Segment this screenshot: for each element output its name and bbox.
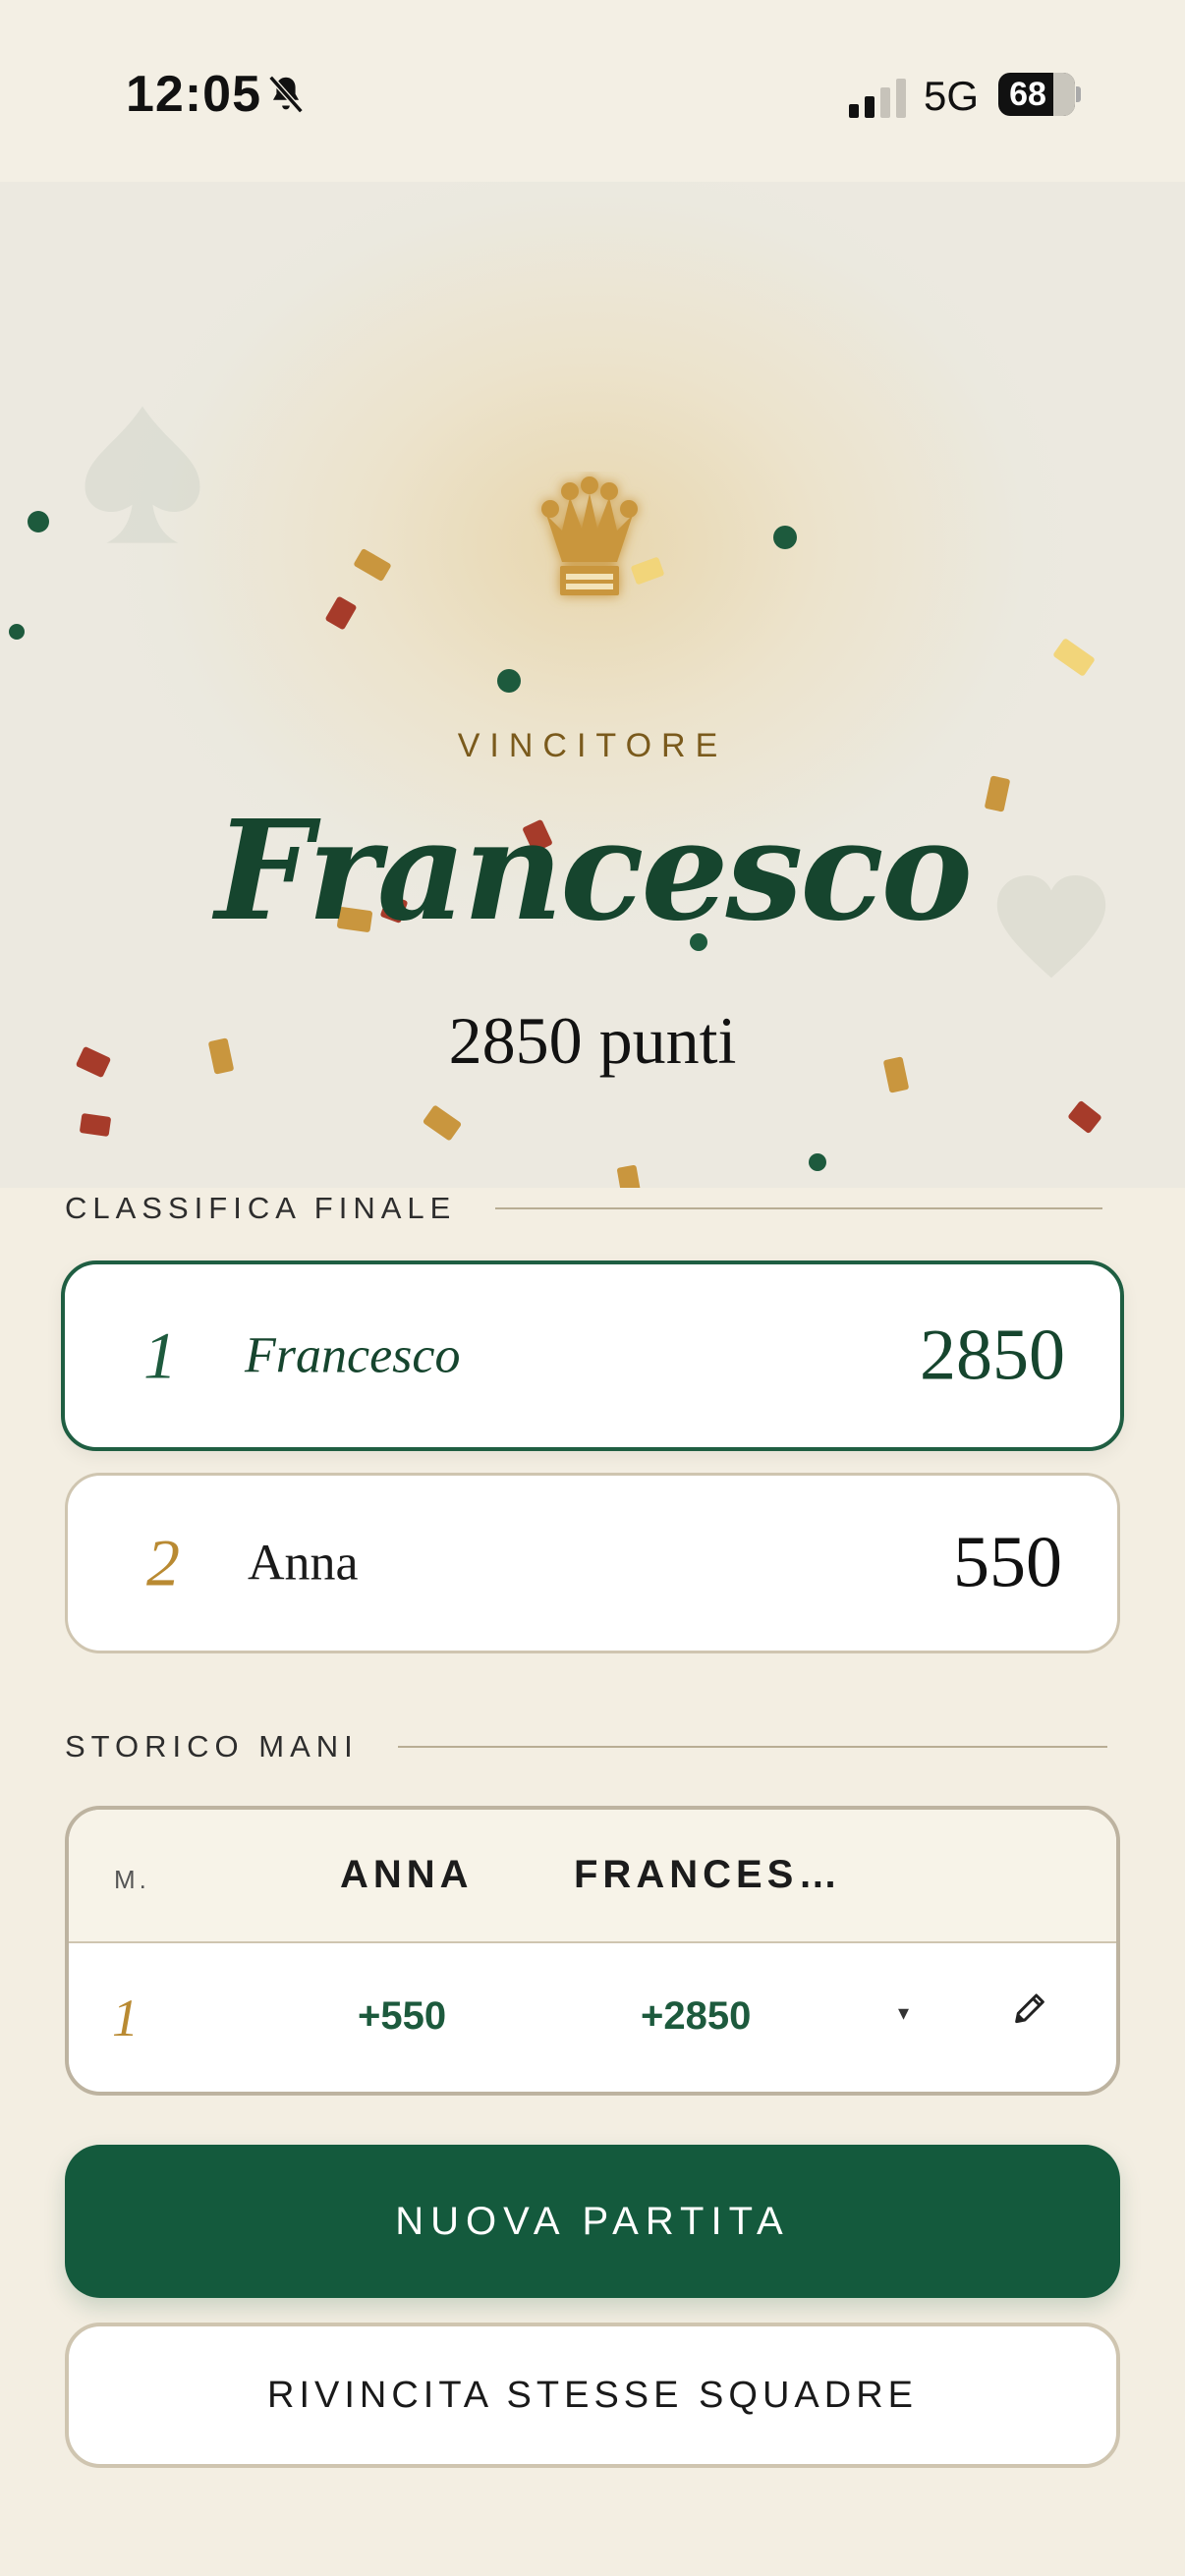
confetti — [773, 526, 797, 549]
status-bar: 12:05 5G 68 — [0, 0, 1185, 182]
history-section-header: STORICO MANI — [65, 1727, 1107, 1766]
crown-icon — [541, 476, 638, 595]
confetti — [422, 1104, 463, 1142]
winner-points: 2850 punti — [448, 1003, 737, 1078]
ranking-section-header: CLASSIFICA FINALE — [65, 1189, 1103, 1228]
battery-icon: 68 — [998, 73, 1081, 116]
history-table-header: M. ANNA FRANCES… — [69, 1810, 1116, 1943]
history-table: M. ANNA FRANCES… 1 +550 +2850 ▾ — [65, 1806, 1120, 2096]
confetti — [28, 511, 49, 532]
confetti — [616, 1164, 642, 1188]
network-label: 5G — [924, 73, 980, 119]
rank-score: 2850 — [920, 1315, 1065, 1396]
winner-label: VINCITORE — [457, 727, 728, 764]
bell-slash-icon — [268, 75, 304, 114]
rank-player-name: Francesco — [245, 1327, 461, 1384]
section-divider — [397, 1746, 1107, 1748]
rematch-button[interactable]: RIVINCITA STESSE SQUADRE — [65, 2323, 1120, 2468]
rank-position: 1 — [143, 1317, 177, 1393]
confetti — [353, 547, 392, 583]
column-header-player1: ANNA — [340, 1853, 474, 1896]
confetti — [1052, 638, 1096, 677]
signal-icon — [849, 79, 906, 118]
hand-number: 1 — [112, 1988, 139, 2047]
player1-hand-score: +550 — [358, 1994, 447, 2038]
rank-position: 2 — [146, 1525, 180, 1600]
player2-hand-score: +2850 — [641, 1994, 752, 2038]
spade-icon — [85, 406, 200, 543]
rank-score: 550 — [953, 1522, 1062, 1603]
winner-hero: VINCITORE Francesco 2850 punti — [0, 182, 1185, 1188]
rank-player-name: Anna — [248, 1535, 359, 1592]
column-header-hand: M. — [114, 1865, 150, 1894]
expand-row-button[interactable]: ▾ — [898, 2000, 909, 2026]
battery-level: 68 — [1009, 76, 1046, 113]
status-time: 12:05 — [126, 66, 261, 123]
confetti — [497, 669, 521, 693]
confetti — [809, 1153, 826, 1171]
new-game-button[interactable]: NUOVA PARTITA — [65, 2145, 1120, 2298]
confetti — [324, 595, 358, 631]
column-header-player2: FRANCES… — [574, 1853, 843, 1896]
ranking-entry: 1 Francesco 2850 — [61, 1260, 1124, 1451]
pencil-icon[interactable] — [1010, 1988, 1049, 2032]
confetti — [9, 624, 25, 640]
winner-name: Francesco — [215, 791, 973, 952]
table-row: 1 +550 +2850 ▾ — [69, 1943, 1116, 2092]
ranking-entry: 2 Anna 550 — [65, 1473, 1120, 1653]
confetti — [79, 1113, 112, 1137]
section-divider — [495, 1207, 1103, 1209]
confetti — [1067, 1099, 1102, 1135]
ranking-title: CLASSIFICA FINALE — [65, 1191, 457, 1225]
history-title: STORICO MANI — [65, 1729, 359, 1764]
